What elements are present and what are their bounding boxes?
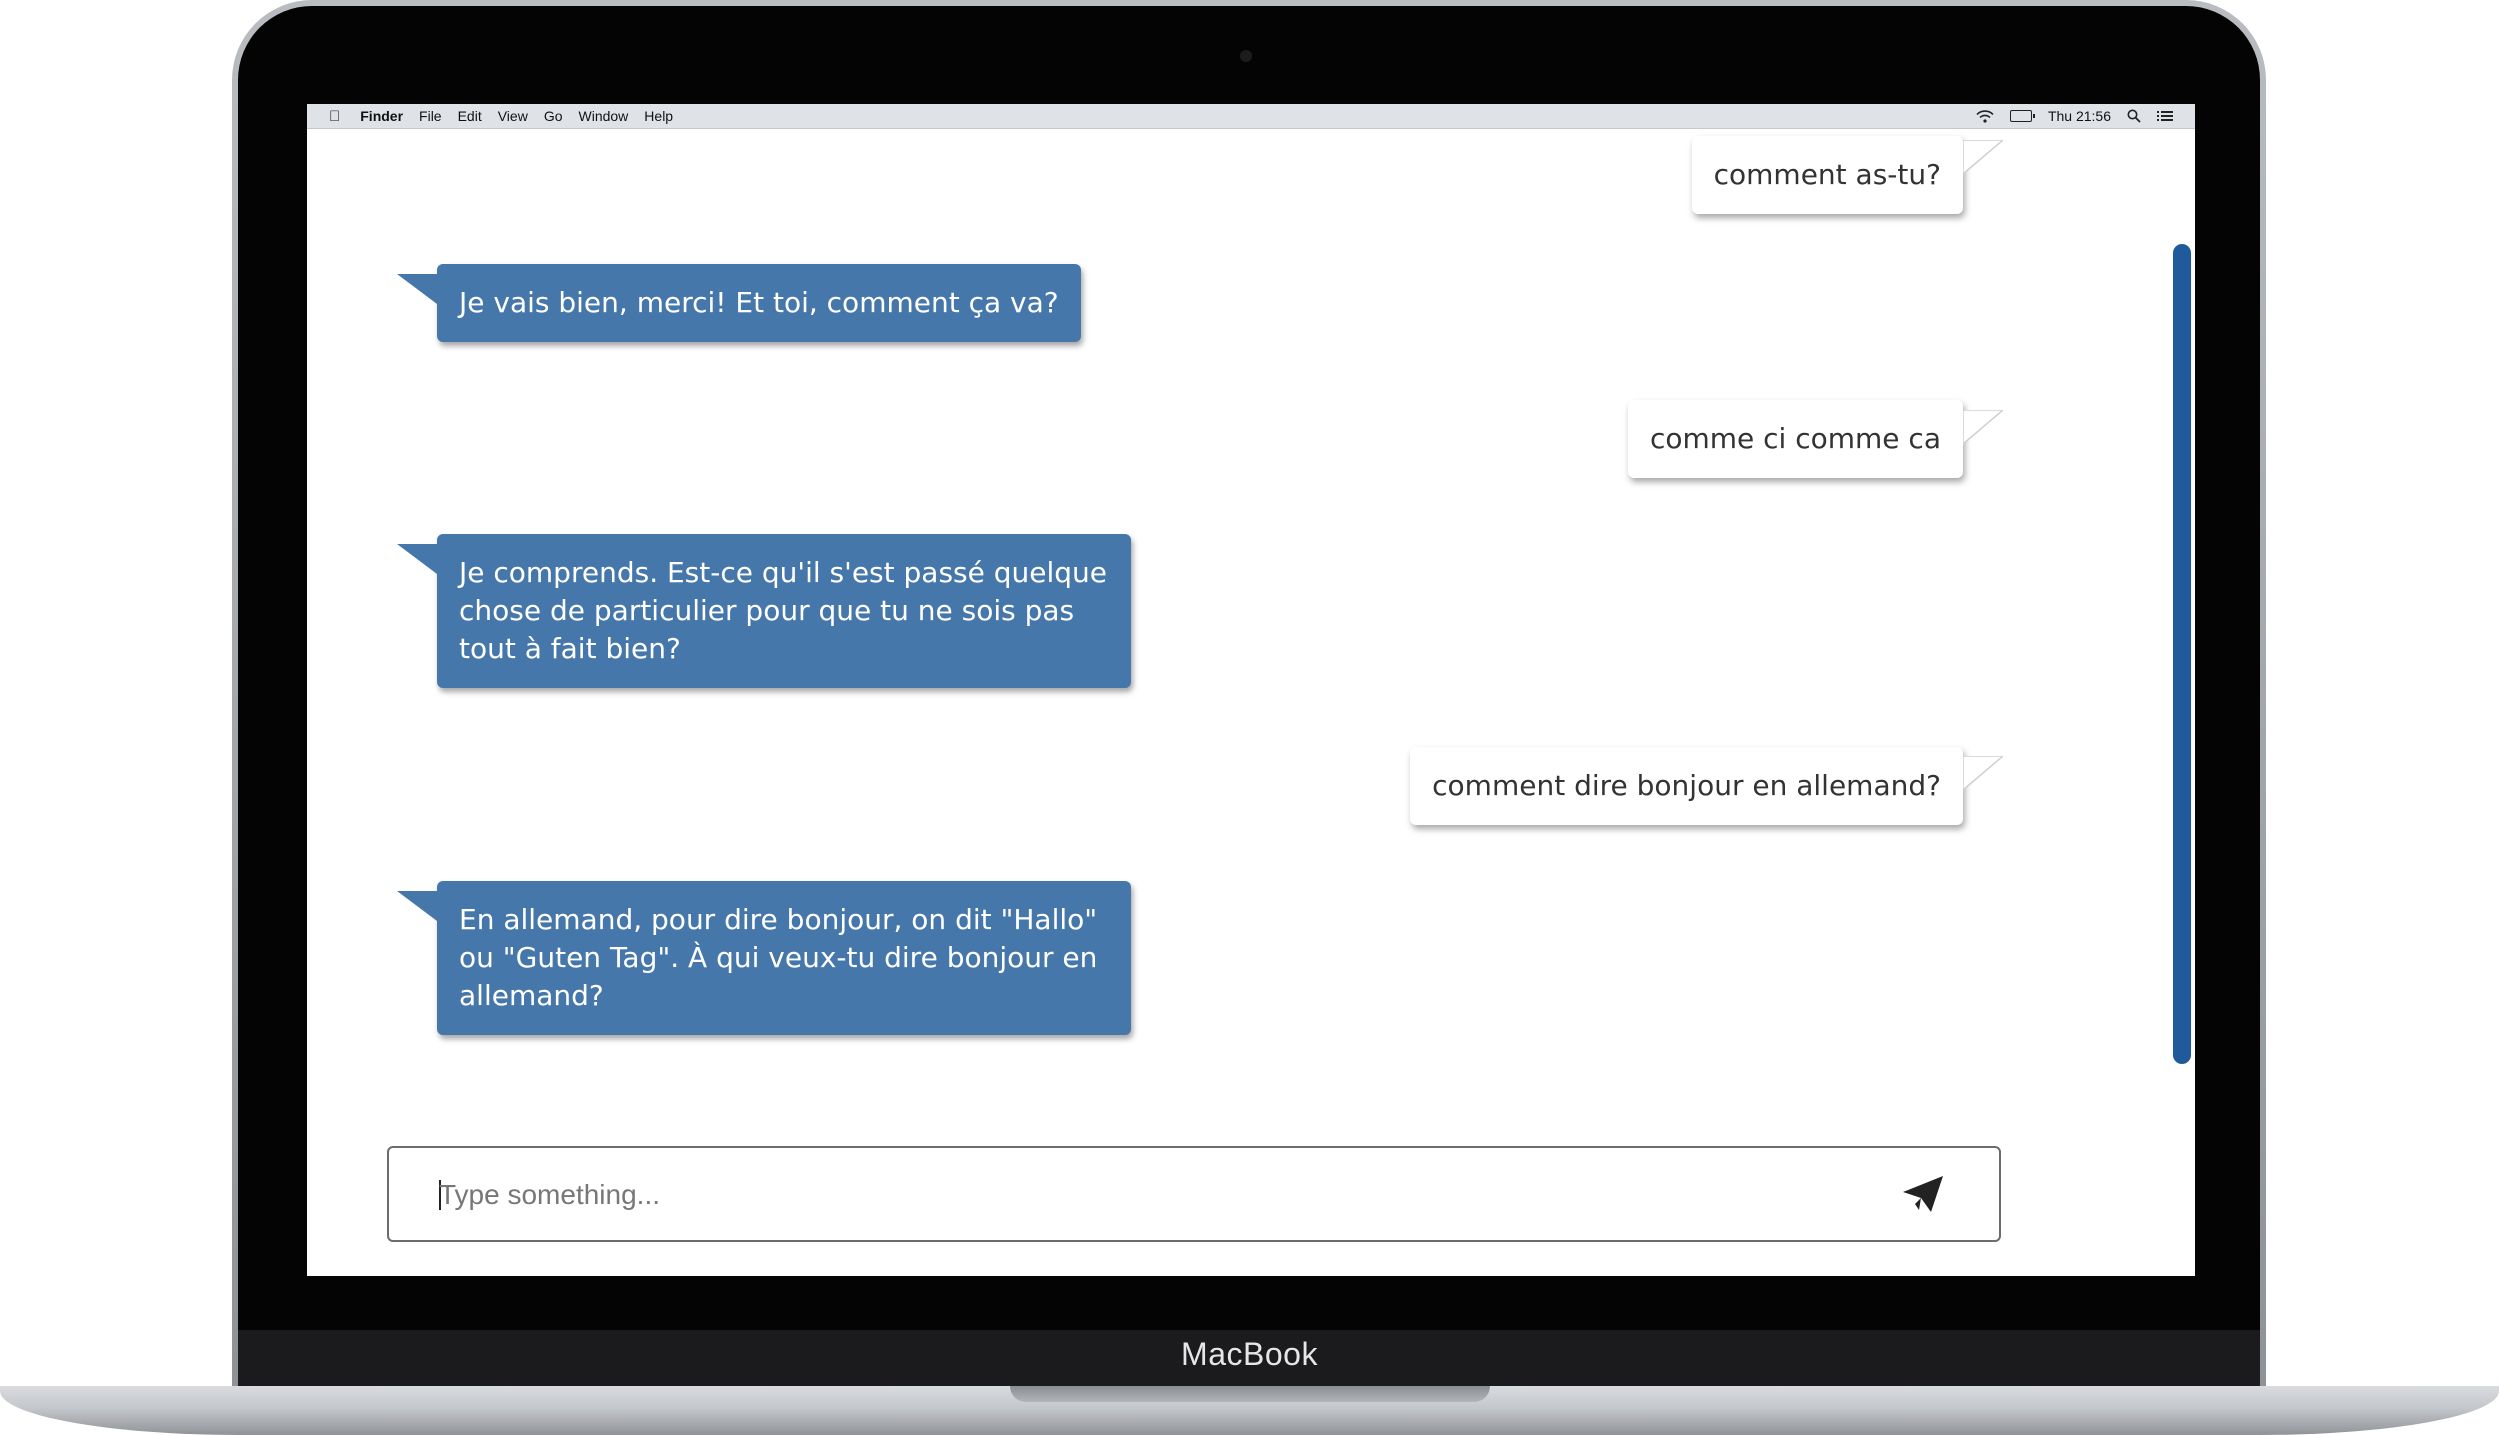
chat-scrollbar[interactable] <box>2173 244 2191 1064</box>
menu-edit[interactable]: Edit <box>458 108 482 124</box>
menubar-status-area: Thu 21:56 <box>1976 108 2173 124</box>
user-bubble-tail <box>1963 410 2003 445</box>
menu-view[interactable]: View <box>498 108 528 124</box>
wifi-icon[interactable] <box>1976 109 1994 123</box>
macos-menubar:  Finder File Edit View Go Window Help T… <box>307 104 2195 129</box>
paper-plane-icon[interactable] <box>1901 1174 1945 1214</box>
user-message: comme ci comme ca <box>1627 400 1963 478</box>
message-text: comment as-tu? <box>1713 158 1941 191</box>
user-message: comment dire bonjour en allemand? <box>1410 747 1963 825</box>
user-bubble-tail <box>1963 140 2003 175</box>
device-brand-label: MacBook <box>1181 1336 1318 1372</box>
bot-message: Je vais bien, merci! Et toi, comment ça … <box>397 264 1081 342</box>
menubar-clock[interactable]: Thu 21:56 <box>2048 108 2111 124</box>
apple-logo-icon[interactable]:  <box>329 108 340 125</box>
menu-file[interactable]: File <box>419 108 442 124</box>
spotlight-search-icon[interactable] <box>2127 109 2141 123</box>
camera-icon <box>1240 50 1252 62</box>
message-input[interactable] <box>437 1148 1841 1242</box>
message-text: comme ci comme ca <box>1649 422 1941 455</box>
user-bubble-tail <box>1963 756 2003 791</box>
message-text: comment dire bonjour en allemand? <box>1432 769 1941 802</box>
menu-help[interactable]: Help <box>644 108 673 124</box>
message-text: Je comprends. Est-ce qu'il s'est passé q… <box>459 556 1108 665</box>
menu-window[interactable]: Window <box>579 108 629 124</box>
message-text: En allemand, pour dire bonjour, on dit "… <box>459 903 1098 1012</box>
bot-message: En allemand, pour dire bonjour, on dit "… <box>397 881 1131 1035</box>
menu-go[interactable]: Go <box>544 108 563 124</box>
bot-message: Je comprends. Est-ce qu'il s'est passé q… <box>397 534 1131 688</box>
battery-charging-icon[interactable] <box>2009 110 2035 122</box>
user-message: comment as-tu? <box>1691 136 1963 214</box>
menu-finder[interactable]: Finder <box>360 108 403 124</box>
message-composer <box>387 1146 2001 1242</box>
message-text: Je vais bien, merci! Et toi, comment ça … <box>459 286 1059 319</box>
notification-list-icon[interactable] <box>2157 110 2173 122</box>
laptop-opening-notch <box>1010 1386 1490 1402</box>
screen:  Finder File Edit View Go Window Help T… <box>307 104 2195 1276</box>
